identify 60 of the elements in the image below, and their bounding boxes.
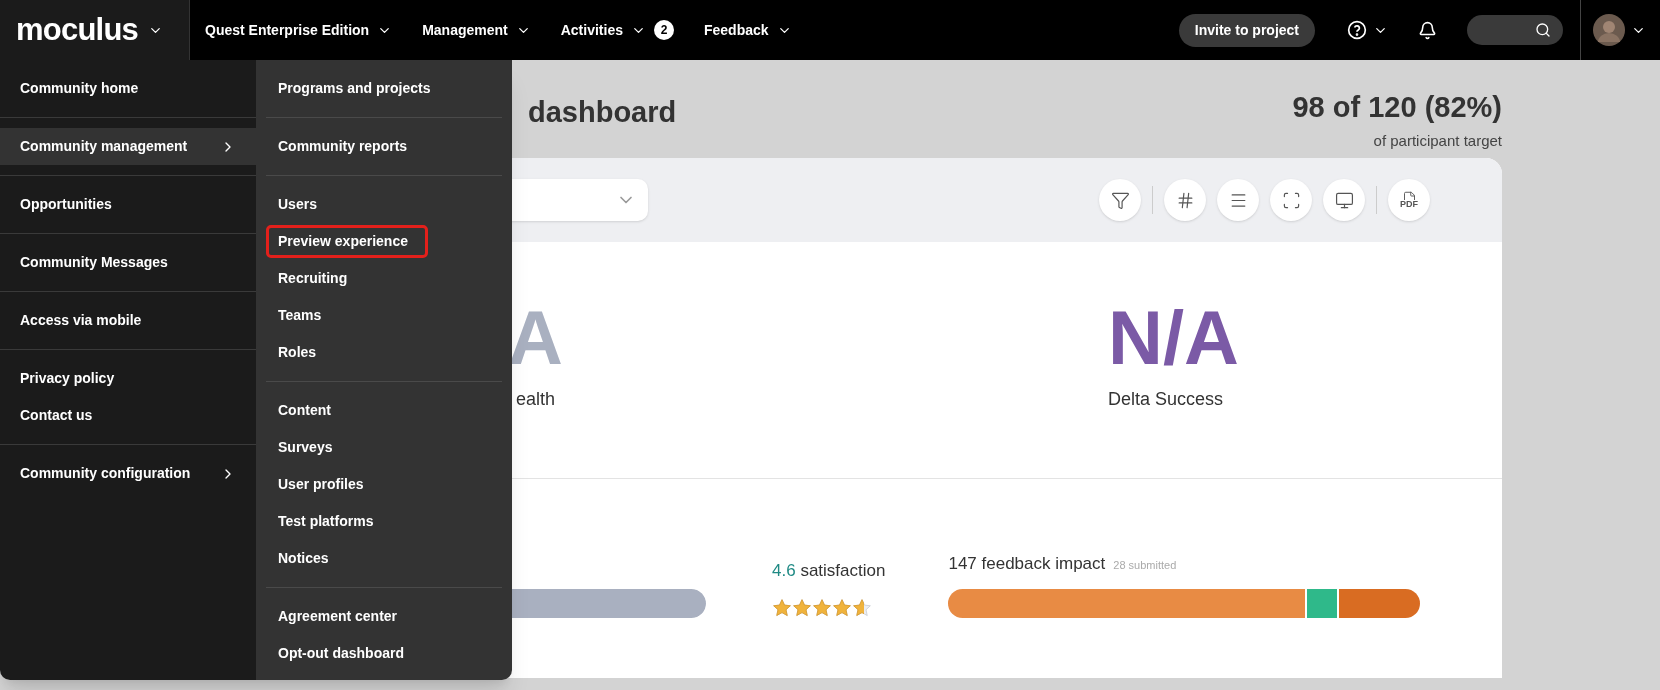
logo: moculus bbox=[16, 10, 139, 49]
logo-menu[interactable]: moculus bbox=[0, 0, 190, 60]
menu-item[interactable]: Notices bbox=[266, 542, 341, 575]
feedback-impact: 147 feedback impact bbox=[948, 553, 1106, 575]
menu-item[interactable]: Teams bbox=[266, 299, 334, 332]
metric-label: ealth bbox=[516, 388, 556, 411]
search-field[interactable] bbox=[1467, 15, 1563, 45]
nav-menu[interactable]: Feedback bbox=[703, 19, 792, 41]
menu-item[interactable]: Surveys bbox=[266, 431, 345, 464]
invite-button[interactable]: Invite to project bbox=[1178, 13, 1315, 47]
menu-item[interactable]: Opt-out dashboard bbox=[266, 637, 416, 670]
menu-item[interactable]: Community Messages bbox=[0, 244, 256, 281]
menu-item[interactable]: Contact us bbox=[0, 397, 256, 434]
menu-item[interactable]: Test platforms bbox=[266, 505, 386, 538]
nav-menu[interactable]: Management bbox=[422, 19, 531, 41]
menu-item[interactable]: Preview experience bbox=[266, 225, 428, 258]
count-badge: 2 bbox=[653, 20, 674, 40]
menu-item[interactable]: Programs and projects bbox=[266, 72, 443, 105]
filter-icon bbox=[1110, 190, 1130, 210]
star-icon bbox=[832, 597, 852, 618]
hash-button[interactable] bbox=[1164, 179, 1206, 221]
menu-item[interactable]: Access via mobile bbox=[0, 302, 256, 339]
star-icon bbox=[772, 597, 792, 618]
help-menu[interactable] bbox=[1347, 20, 1388, 40]
metric-label: Delta Success bbox=[1108, 388, 1224, 411]
avatar[interactable] bbox=[1593, 14, 1625, 46]
notifications-icon[interactable] bbox=[1418, 20, 1437, 40]
page-title: dashboard bbox=[528, 98, 677, 130]
search-icon bbox=[1535, 22, 1551, 38]
menu-item[interactable]: Users bbox=[266, 188, 329, 221]
menu-item[interactable]: Recruiting bbox=[266, 262, 360, 295]
pdf-label: PDF bbox=[1400, 200, 1418, 209]
star-icon bbox=[792, 597, 812, 618]
filter-button[interactable] bbox=[1099, 179, 1141, 221]
metric-value: A bbox=[508, 300, 564, 376]
menu-item[interactable]: Content bbox=[266, 394, 343, 427]
menu-item[interactable]: Community management bbox=[0, 128, 256, 165]
menu-item[interactable]: User profiles bbox=[266, 468, 376, 501]
star-icon bbox=[812, 597, 832, 618]
menu-item[interactable]: Community configuration bbox=[0, 455, 256, 492]
menu-item[interactable]: Community reports bbox=[266, 130, 420, 163]
submitted-count: 28 submitted bbox=[1113, 558, 1177, 573]
nav-menu[interactable]: Quest Enterprise Edition bbox=[205, 19, 393, 41]
pdf-button[interactable]: PDF bbox=[1388, 179, 1430, 221]
target-caption: of participant target bbox=[1373, 130, 1502, 151]
menu-item[interactable]: Privacy policy bbox=[0, 360, 256, 397]
menu-item[interactable]: Agreement center bbox=[266, 600, 410, 633]
monitor-button[interactable] bbox=[1323, 179, 1365, 221]
help-icon bbox=[1347, 20, 1367, 40]
monitor-icon bbox=[1334, 190, 1354, 210]
metric-value: N/A bbox=[1108, 300, 1239, 376]
satisfaction-score: 4.6 satisfaction bbox=[772, 560, 886, 582]
fullscreen-icon bbox=[1281, 190, 1301, 210]
menu-item[interactable]: Roles bbox=[266, 336, 329, 369]
list-button[interactable] bbox=[1217, 179, 1259, 221]
menu-item[interactable]: Community home bbox=[0, 70, 256, 107]
star-icon bbox=[852, 597, 872, 618]
target-count: 98 of 120 (82%) bbox=[1292, 90, 1502, 125]
menu-item[interactable]: Opportunities bbox=[0, 186, 256, 223]
nav-menu[interactable]: Activities 2 bbox=[560, 19, 674, 41]
